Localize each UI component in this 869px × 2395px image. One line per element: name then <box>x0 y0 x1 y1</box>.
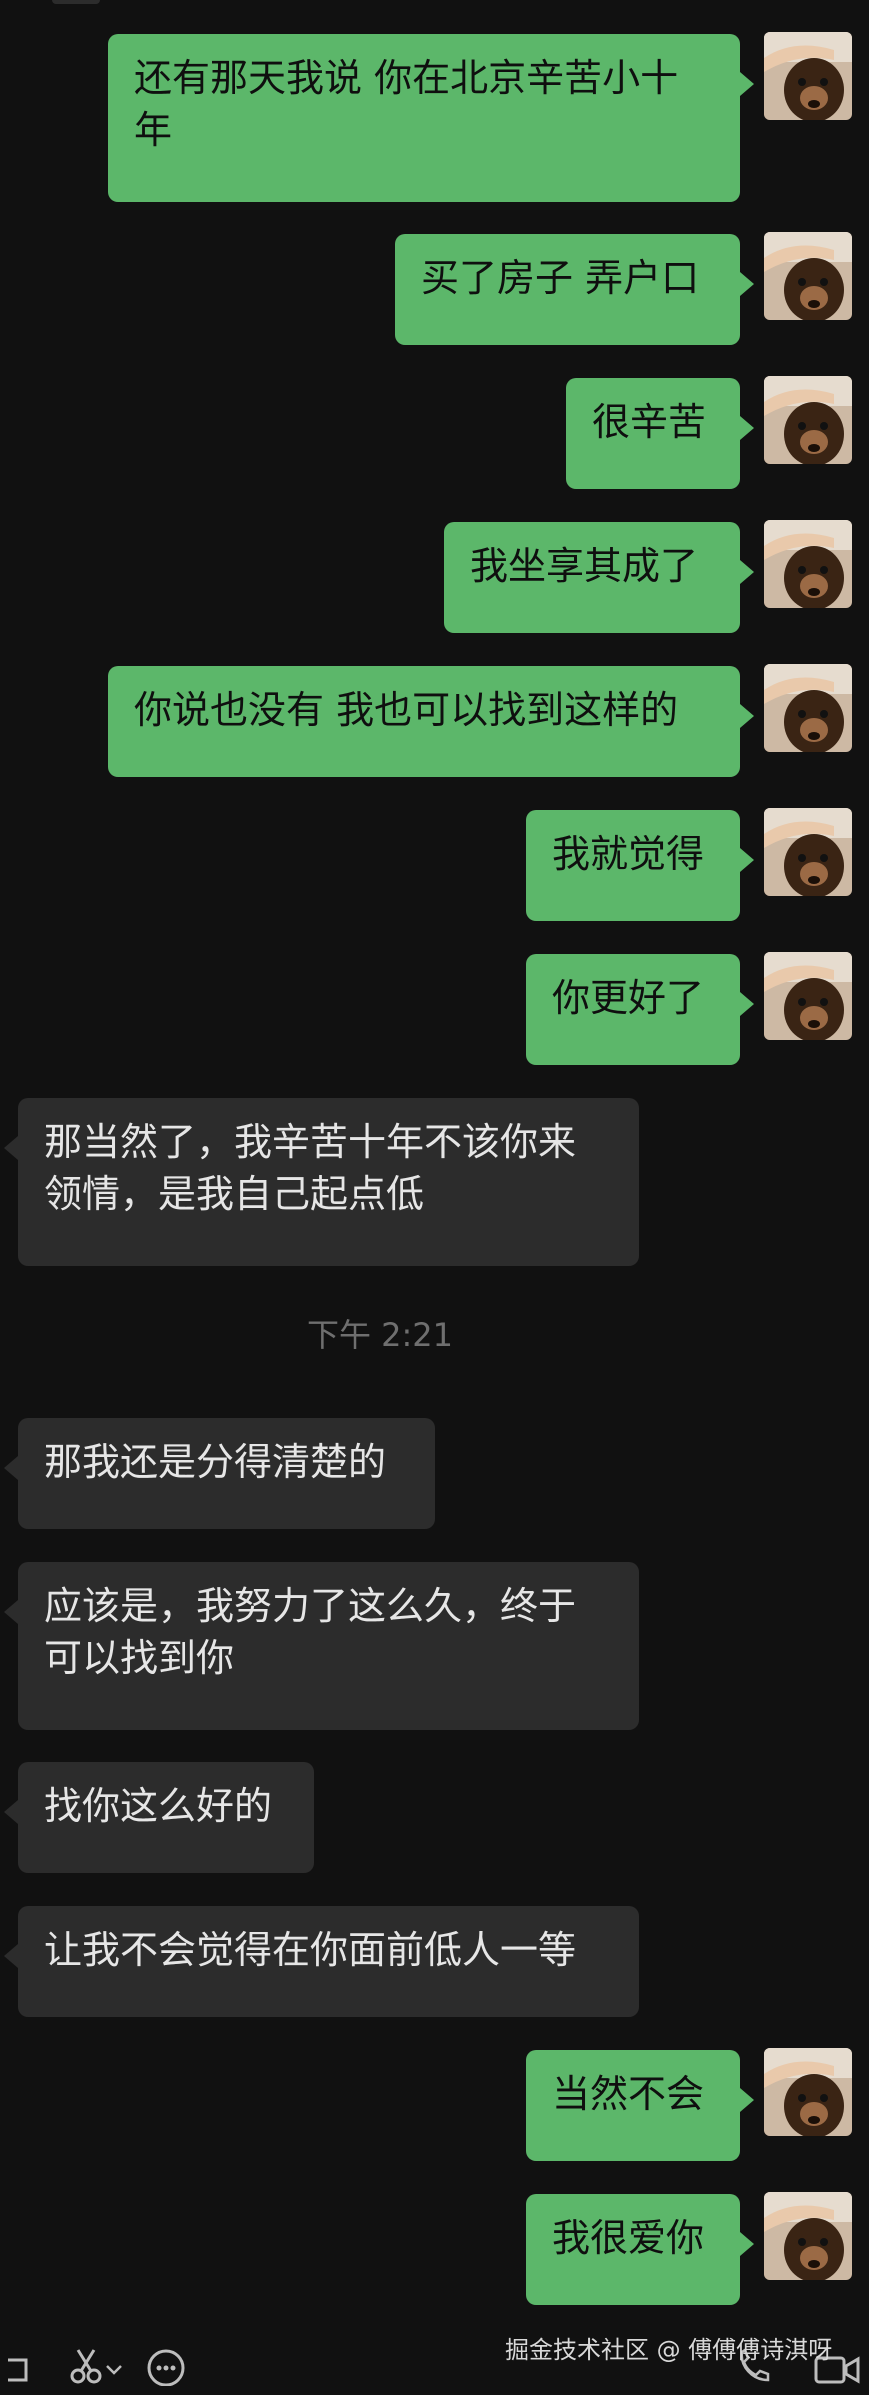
chevron-down-icon[interactable] <box>104 2346 124 2386</box>
folder-icon[interactable] <box>0 2346 40 2386</box>
avatar[interactable] <box>764 808 852 896</box>
message-bubble[interactable]: 那我还是分得清楚的 <box>4 1418 435 1529</box>
message-bubble[interactable]: 应该是，我努力了这么久，终于 可以找到你 <box>4 1562 639 1730</box>
timestamp: 下午 2:21 <box>306 1316 454 1354</box>
avatar[interactable] <box>764 2192 852 2280</box>
emoji-icon[interactable] <box>146 2346 186 2387</box>
previous-bubble-edge <box>52 0 100 4</box>
message-bubble[interactable]: 我很爱你 <box>526 2194 754 2305</box>
avatar[interactable] <box>764 32 852 120</box>
watermark: 掘金技术社区 @ 傅傅傅诗淇呀 <box>505 2336 833 2364</box>
message-bubble[interactable]: 找你这么好的 <box>4 1762 314 1873</box>
avatar[interactable] <box>764 952 852 1040</box>
message-bubble[interactable]: 还有那天我说 你在北京辛苦小十 年 <box>108 34 754 202</box>
message-bubble[interactable]: 买了房子 弄户口 <box>395 234 754 345</box>
avatar[interactable] <box>764 232 852 320</box>
message-bubble[interactable]: 让我不会觉得在你面前低人一等 <box>4 1906 639 2017</box>
message-bubble[interactable]: 那当然了，我辛苦十年不该你来 领情，是我自己起点低 <box>4 1098 639 1266</box>
message-bubble[interactable]: 你说也没有 我也可以找到这样的 <box>108 666 754 777</box>
message-bubble[interactable]: 当然不会 <box>526 2050 754 2161</box>
message-bubble[interactable]: 我就觉得 <box>526 810 754 921</box>
avatar[interactable] <box>764 520 852 608</box>
message-bubble[interactable]: 你更好了 <box>526 954 754 1065</box>
chat-window: 还有那天我说 你在北京辛苦小十 年 买了房子 弄户口 很辛苦 我坐享其成了 你说… <box>0 0 869 2387</box>
message-bubble[interactable]: 我坐享其成了 <box>444 522 754 633</box>
avatar[interactable] <box>764 2048 852 2136</box>
avatar[interactable] <box>764 664 852 752</box>
scissors-icon[interactable] <box>66 2346 106 2386</box>
avatar[interactable] <box>764 376 852 464</box>
message-bubble[interactable]: 很辛苦 <box>566 378 754 489</box>
